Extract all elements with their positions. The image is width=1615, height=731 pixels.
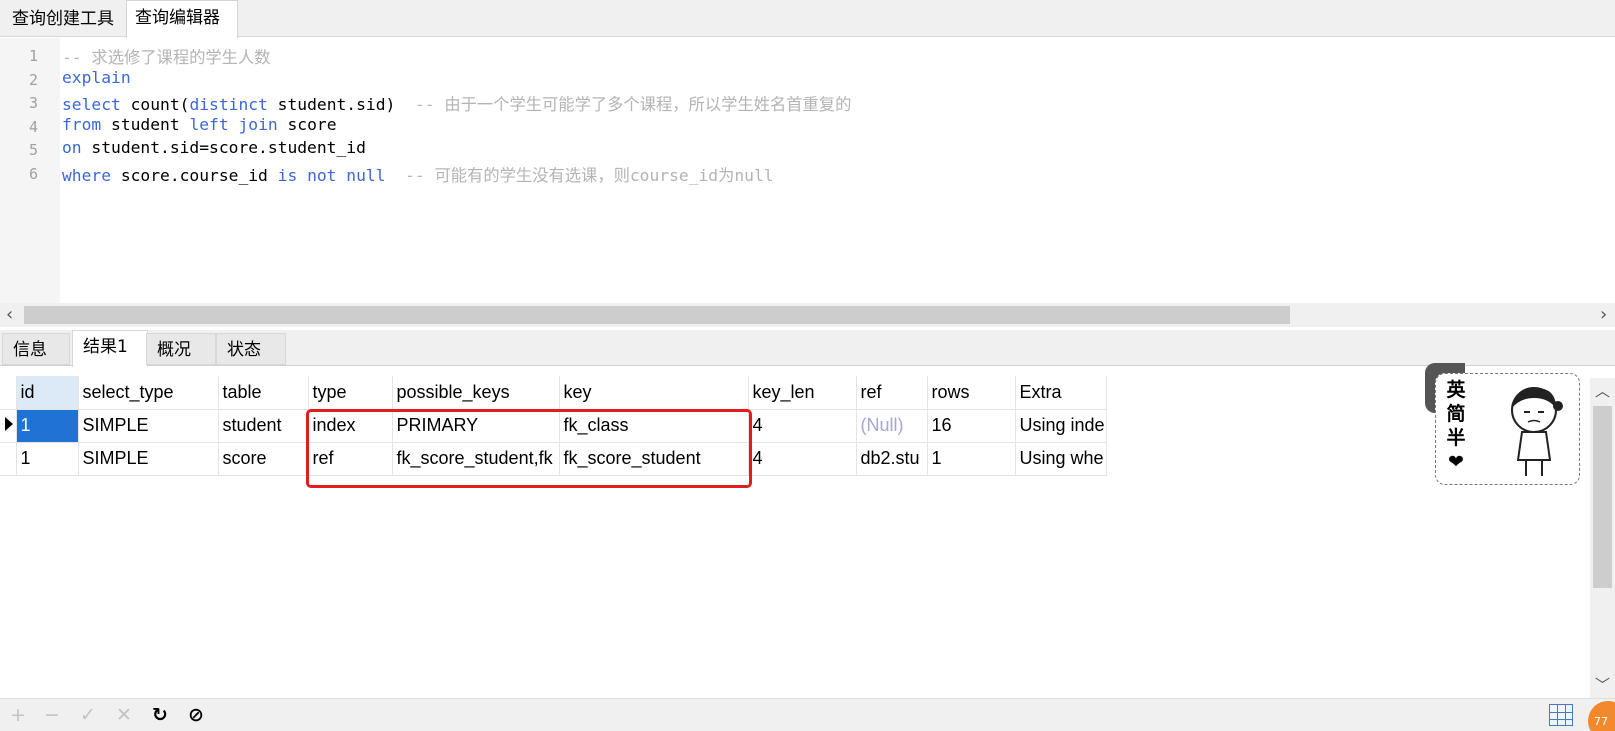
line-number: 3 xyxy=(28,94,38,112)
line-number: 4 xyxy=(28,118,38,136)
table-cell[interactable]: 1 xyxy=(927,442,1016,476)
sql-text: student.sid) xyxy=(267,95,415,114)
tab-result-1[interactable]: 结果1 xyxy=(72,330,148,367)
input-method-sticker[interactable]: 英 简 半 ❤ xyxy=(1425,363,1580,485)
column-header[interactable]: table xyxy=(218,376,309,410)
scroll-right-icon[interactable]: › xyxy=(1600,304,1607,326)
delete-record-icon[interactable]: − xyxy=(44,703,60,727)
tab-info[interactable]: 信息 xyxy=(2,333,70,365)
code-line-1: -- 求选修了课程的学生人数 xyxy=(62,44,271,68)
code-line-2: explain xyxy=(62,68,131,87)
row-indicator xyxy=(0,442,17,476)
editor-tab-bar: 查询创建工具 查询编辑器 xyxy=(0,0,1615,38)
table-cell[interactable]: 1 xyxy=(16,442,79,476)
sql-text: student xyxy=(101,115,190,134)
highlight-annotation-box xyxy=(306,409,752,488)
table-cell[interactable]: 1 xyxy=(16,409,79,443)
cartoon-girl-icon xyxy=(1511,387,1563,476)
column-header[interactable]: select_type xyxy=(78,376,219,410)
line-number: 6 xyxy=(28,165,38,183)
column-header[interactable]: ref xyxy=(856,376,928,410)
sql-text: count( xyxy=(120,95,190,114)
table-cell[interactable]: SIMPLE xyxy=(78,442,219,476)
column-header[interactable]: id xyxy=(16,376,79,410)
scrollbar-thumb[interactable] xyxy=(24,306,1290,324)
column-header[interactable]: type xyxy=(308,376,393,410)
sql-comment: -- 求选修了课程的学生人数 xyxy=(62,48,271,67)
column-header[interactable]: key_len xyxy=(748,376,857,410)
table-cell[interactable]: 4 xyxy=(748,442,857,476)
code-line-3: select count(distinct student.sid) -- 由于… xyxy=(62,91,851,115)
code-line-4: from student left join score xyxy=(62,115,337,134)
grid-header-row: id select_type table type possible_keys … xyxy=(0,376,1107,410)
sql-keyword: distinct xyxy=(189,95,268,114)
sql-keyword: from xyxy=(62,115,102,134)
heart-icon: ❤ xyxy=(1448,451,1464,473)
notification-badge[interactable]: 77 xyxy=(1588,701,1615,731)
result-tab-bar: 信息 结果1 概况 状态 xyxy=(0,330,1615,367)
sql-comment: -- 由于一个学生可能学了多个课程，所以学生姓名首重复的 xyxy=(414,95,852,114)
tab-status[interactable]: 状态 xyxy=(216,333,286,365)
current-row-indicator xyxy=(0,409,17,443)
sql-comment: -- 可能有的学生没有选课，则course_id为null xyxy=(405,166,774,185)
sql-keyword: on xyxy=(62,138,82,157)
sql-editor[interactable]: 1 2 3 4 5 6 -- 求选修了课程的学生人数 explain selec… xyxy=(0,38,1615,303)
table-cell[interactable]: (Null) xyxy=(856,409,928,443)
sticker-card: 英 简 半 ❤ xyxy=(1435,373,1580,485)
sql-keyword: where xyxy=(62,166,112,185)
code-line-6: where score.course_id is not null -- 可能有… xyxy=(62,162,774,186)
tab-profile[interactable]: 概况 xyxy=(146,333,216,365)
sql-keyword: explain xyxy=(62,68,131,87)
column-header[interactable]: rows xyxy=(927,376,1016,410)
column-header[interactable]: key xyxy=(559,376,749,410)
line-number: 1 xyxy=(28,47,38,65)
discard-changes-icon[interactable]: ✕ xyxy=(116,703,132,727)
apply-changes-icon[interactable]: ✓ xyxy=(80,703,96,727)
scroll-left-icon[interactable]: ‹ xyxy=(6,304,13,326)
sticker-char: 简 xyxy=(1446,403,1466,425)
row-indicator-header xyxy=(0,376,17,410)
refresh-icon[interactable]: ↻ xyxy=(152,703,168,727)
table-cell[interactable]: student xyxy=(218,409,309,443)
sql-keyword: left join xyxy=(189,115,278,134)
sticker-text: 英 简 半 ❤ xyxy=(1442,378,1470,474)
code-line-5: on student.sid=score.student_id xyxy=(62,138,366,157)
grid-view-icon[interactable] xyxy=(1549,704,1573,726)
column-header[interactable]: Extra xyxy=(1015,376,1107,410)
sql-text: student.sid=score.student_id xyxy=(81,138,366,157)
line-number: 5 xyxy=(28,141,38,159)
sql-text: score xyxy=(277,115,337,134)
add-record-icon[interactable]: + xyxy=(10,703,26,727)
table-cell[interactable]: db2.stu xyxy=(856,442,928,476)
table-cell[interactable]: 16 xyxy=(927,409,1016,443)
sql-keyword: is not null xyxy=(277,166,386,185)
row-pointer-icon xyxy=(5,417,13,431)
table-cell[interactable]: score xyxy=(218,442,309,476)
sql-keyword: select xyxy=(62,95,121,114)
table-cell[interactable]: Using inde xyxy=(1015,409,1107,443)
tab-query-editor[interactable]: 查询编辑器 xyxy=(126,0,238,38)
sql-text: score.course_id xyxy=(111,166,278,185)
scroll-up-icon[interactable]: ︿ xyxy=(1595,380,1610,401)
grid-vertical-scrollbar[interactable]: ︿ ﹀ xyxy=(1590,378,1615,698)
sticker-char: 半 xyxy=(1446,427,1466,449)
line-number: 2 xyxy=(28,71,38,89)
table-cell[interactable]: SIMPLE xyxy=(78,409,219,443)
table-cell[interactable]: Using whe xyxy=(1015,442,1107,476)
table-cell[interactable]: 4 xyxy=(748,409,857,443)
stop-icon[interactable]: ⊘ xyxy=(188,703,204,727)
editor-horizontal-scrollbar[interactable]: ‹ › xyxy=(0,303,1615,327)
sticker-char: 英 xyxy=(1446,379,1466,401)
tab-query-builder[interactable]: 查询创建工具 xyxy=(4,2,122,37)
scrollbar-thumb[interactable] xyxy=(1593,406,1612,588)
scroll-down-icon[interactable]: ﹀ xyxy=(1595,674,1610,695)
column-header[interactable]: possible_keys xyxy=(392,376,560,410)
grid-toolbar: + − ✓ ✕ ↻ ⊘ 77 xyxy=(0,698,1615,731)
